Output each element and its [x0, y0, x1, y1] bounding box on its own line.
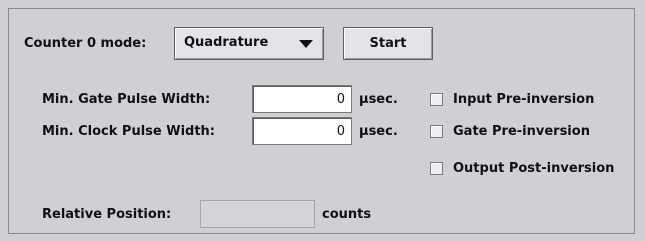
- gate-pre-inversion-checkbox[interactable]: Gate Pre-inversion: [430, 124, 590, 139]
- checkbox-box: [430, 125, 443, 138]
- clock-pulse-width-input[interactable]: [252, 117, 352, 145]
- output-post-inversion-label: Output Post-inversion: [453, 161, 615, 176]
- checkbox-box: [430, 162, 443, 175]
- gate-pulse-width-label: Min. Gate Pulse Width:: [42, 92, 211, 107]
- gate-pulse-width-unit: µsec.: [359, 92, 398, 107]
- clock-pulse-width-unit: µsec.: [359, 124, 398, 139]
- counter-mode-label: Counter 0 mode:: [24, 36, 147, 51]
- checkbox-box: [430, 93, 443, 106]
- gate-pulse-width-input[interactable]: [252, 85, 352, 113]
- relative-position-label: Relative Position:: [42, 207, 172, 222]
- counter-mode-select[interactable]: Quadrature: [174, 27, 324, 60]
- clock-pulse-width-label: Min. Clock Pulse Width:: [42, 124, 216, 139]
- output-post-inversion-checkbox[interactable]: Output Post-inversion: [430, 161, 614, 176]
- input-pre-inversion-checkbox[interactable]: Input Pre-inversion: [430, 92, 594, 107]
- counter-mode-value: Quadrature: [184, 35, 269, 50]
- gate-pre-inversion-label: Gate Pre-inversion: [453, 124, 590, 139]
- input-pre-inversion-label: Input Pre-inversion: [453, 92, 595, 107]
- dropdown-arrow-icon: [299, 40, 313, 48]
- relative-position-unit: counts: [322, 207, 372, 222]
- start-button[interactable]: Start: [343, 27, 433, 60]
- relative-position-field: [200, 200, 315, 228]
